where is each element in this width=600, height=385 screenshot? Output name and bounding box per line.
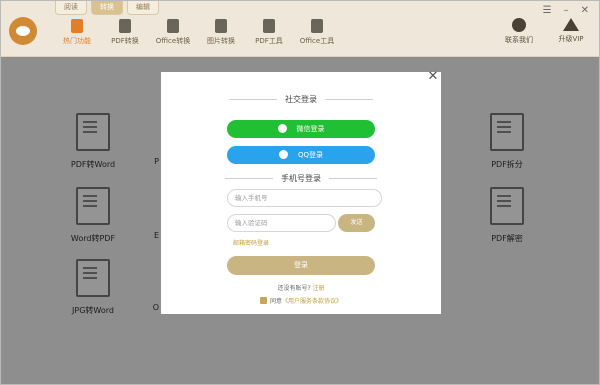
tab-edit[interactable]: 编辑 xyxy=(127,1,159,15)
no-account-text: 还没有账号? xyxy=(277,285,311,292)
nav-office-convert[interactable]: Office转换 xyxy=(149,19,197,46)
qq-login-label: QQ登录 xyxy=(297,151,324,159)
pdf-icon xyxy=(119,19,131,33)
agree-checkbox[interactable] xyxy=(259,297,267,304)
nav-pdf-convert[interactable]: PDF转换 xyxy=(101,19,149,46)
qq-icon xyxy=(278,149,288,159)
register-link[interactable]: 注册 xyxy=(313,285,325,292)
nav-office-tools[interactable]: Office工具 xyxy=(293,19,341,46)
app-window: 阅读 转换 编辑 热门功能 PDF转换 Office转换 图片转换 PDF工具 … xyxy=(0,0,600,385)
agree-text: 同意 xyxy=(269,298,282,305)
nav-label: PDF工具 xyxy=(255,37,283,45)
nav-label: 图片转换 xyxy=(207,37,235,45)
divider xyxy=(325,99,373,100)
vip-label: 升级VIP xyxy=(558,35,584,43)
close-icon[interactable]: ✕ xyxy=(427,70,439,83)
app-logo xyxy=(9,17,37,45)
register-line: 还没有账号? 注册 xyxy=(161,283,441,292)
nav-image-convert[interactable]: 图片转换 xyxy=(197,19,245,46)
window-controls: ☰ – ✕ xyxy=(543,5,589,16)
contact-label: 联系我们 xyxy=(505,36,533,44)
nav-label: PDF转换 xyxy=(111,37,139,45)
toolbox-icon xyxy=(263,19,275,33)
upgrade-vip-button[interactable]: 升级VIP xyxy=(551,18,591,44)
wechat-icon xyxy=(277,123,287,133)
email-login-link[interactable]: 邮箱密码登录 xyxy=(233,238,269,247)
tab-read[interactable]: 阅读 xyxy=(55,1,87,15)
main-nav: 热门功能 PDF转换 Office转换 图片转换 PDF工具 Office工具 xyxy=(53,19,341,46)
social-login-heading: 社交登录 xyxy=(161,94,441,105)
image-icon xyxy=(215,19,227,33)
top-tabs: 阅读 转换 编辑 xyxy=(55,1,163,15)
phone-login-heading: 手机号登录 xyxy=(161,173,441,184)
divider xyxy=(329,178,377,179)
crown-icon xyxy=(563,18,579,31)
office-tools-icon xyxy=(311,19,323,33)
qq-login-button[interactable]: QQ登录 xyxy=(227,146,375,164)
social-login-title: 社交登录 xyxy=(285,95,317,104)
login-button[interactable]: 登录 xyxy=(227,256,375,275)
nav-label: Office转换 xyxy=(155,37,191,45)
title-bar: 阅读 转换 编辑 热门功能 PDF转换 Office转换 图片转换 PDF工具 … xyxy=(1,1,599,57)
agreement-line: 同意《用户服务条款协议》 xyxy=(161,296,441,305)
verification-code-input[interactable]: 输入验证码 xyxy=(227,214,336,232)
minimize-icon[interactable]: – xyxy=(564,5,569,16)
phone-input[interactable]: 输入手机号 xyxy=(227,189,382,207)
wechat-login-button[interactable]: 微信登录 xyxy=(227,120,375,138)
close-window-icon[interactable]: ✕ xyxy=(581,5,589,16)
nav-label: 热门功能 xyxy=(63,37,91,45)
hot-icon xyxy=(71,19,83,33)
wechat-login-label: 微信登录 xyxy=(296,125,325,133)
divider xyxy=(229,99,277,100)
phone-login-title: 手机号登录 xyxy=(281,174,321,183)
tab-convert[interactable]: 转换 xyxy=(91,1,123,15)
contact-us-button[interactable]: 联系我们 xyxy=(499,18,539,45)
divider xyxy=(225,178,273,179)
terms-link[interactable]: 《用户服务条款协议》 xyxy=(282,298,342,305)
login-dialog: ✕ 社交登录 微信登录 QQ登录 手机号登录 输入手机号 输入验证码 发送 邮箱… xyxy=(161,70,441,314)
office-icon xyxy=(167,19,179,33)
nav-label: Office工具 xyxy=(299,37,335,45)
send-code-button[interactable]: 发送 xyxy=(338,214,375,232)
nav-pdf-tools[interactable]: PDF工具 xyxy=(245,19,293,46)
nav-hot-features[interactable]: 热门功能 xyxy=(53,19,101,46)
headset-icon xyxy=(512,18,526,32)
menu-icon[interactable]: ☰ xyxy=(543,5,552,16)
